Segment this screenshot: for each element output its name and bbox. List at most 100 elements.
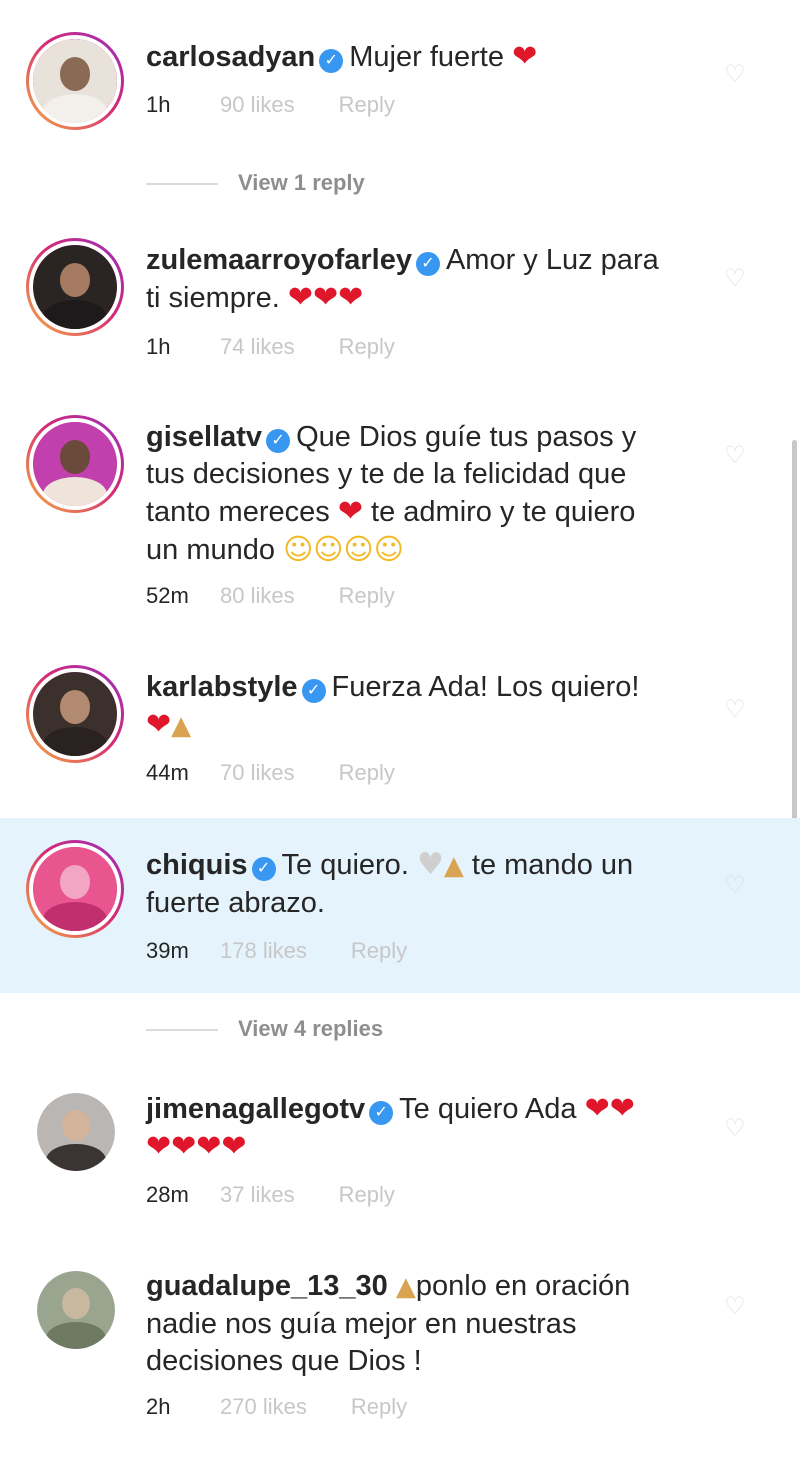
username[interactable]: chiquis <box>146 849 248 881</box>
timestamp: 28m <box>146 1182 189 1207</box>
avatar[interactable] <box>26 415 124 513</box>
comment-text: jimenagallegotv ✓ Te quiero Ada ❤❤ ❤❤❤❤ <box>146 1090 706 1166</box>
comment-karlabstyle: karlabstyle ✓ Fuerza Ada! Los quiero! ❤▲ 4… <box>0 655 800 815</box>
heart-outline-icon[interactable]: ♡ <box>722 1116 748 1142</box>
view-replies-button[interactable]: View 1 reply <box>146 170 365 196</box>
timestamp: 2h <box>146 1394 171 1419</box>
white-heart-emoji: ♥ <box>416 847 444 882</box>
verified-badge-icon: ✓ <box>319 49 344 73</box>
reply-button[interactable]: Reply <box>351 1394 407 1419</box>
avatar[interactable] <box>26 840 124 938</box>
comment-body-line-2: nadie nos guía mejor en nuestras <box>146 1308 577 1340</box>
heart-outline-icon[interactable]: ♡ <box>722 697 748 723</box>
heart-outline-icon[interactable]: ♡ <box>722 1294 748 1320</box>
heart-outline-icon[interactable]: ♡ <box>722 443 748 469</box>
red-heart-emoji: ❤❤❤❤ <box>146 1129 247 1164</box>
avatar[interactable] <box>34 1268 118 1352</box>
comment-body: Mujer fuerte <box>349 41 504 73</box>
folded-hands-emoji: ▲ <box>171 711 192 741</box>
view-replies-label[interactable]: View 1 reply <box>238 170 365 195</box>
red-heart-emoji: ❤ <box>512 39 538 74</box>
comment-body: ponlo en oración <box>415 1270 631 1302</box>
comment-text: gisellatv ✓ Que Dios guíe tus pasos y tus … <box>146 419 706 569</box>
view-replies-label[interactable]: View 4 replies <box>238 1016 383 1041</box>
reply-button[interactable]: Reply <box>351 938 407 963</box>
verified-badge-icon: ✓ <box>301 679 326 703</box>
verified-badge-icon: ✓ <box>266 429 291 453</box>
comment-body-line-2: fuerte abrazo. <box>146 887 325 919</box>
comment-meta: 1h 74 likes Reply <box>146 334 395 360</box>
comment-body-line-2: tus decisiones y te de la felicidad que <box>146 458 627 490</box>
comment-meta: 44m 70 likes Reply <box>146 760 395 786</box>
comment-body: Que Dios guíe tus pasos y <box>296 421 637 453</box>
view-replies-button[interactable]: View 4 replies <box>146 1016 383 1042</box>
comment-text: karlabstyle ✓ Fuerza Ada! Los quiero! ❤▲ <box>146 669 706 745</box>
avatar[interactable] <box>34 1090 118 1174</box>
comment-body-cont: te mando un <box>471 849 634 881</box>
avatar[interactable] <box>26 32 124 130</box>
comment-body: Te quiero Ada <box>399 1093 577 1125</box>
likes-count[interactable]: 70 likes <box>220 760 295 786</box>
likes-count[interactable]: 270 likes <box>220 1394 307 1420</box>
reply-button[interactable]: Reply <box>339 1182 395 1207</box>
comment-body-line-3: tanto mereces <box>146 496 330 528</box>
timestamp: 52m <box>146 583 189 608</box>
username[interactable]: carlosadyan <box>146 41 315 73</box>
comment-meta: 52m 80 likes Reply <box>146 583 395 609</box>
heart-outline-icon[interactable]: ♡ <box>722 266 748 292</box>
reply-button[interactable]: Reply <box>339 334 395 359</box>
comment-meta: 2h 270 likes Reply <box>146 1394 407 1420</box>
avatar[interactable] <box>26 238 124 336</box>
folded-hands-emoji: ▲ <box>395 1272 416 1302</box>
reply-button[interactable]: Reply <box>339 92 395 117</box>
timestamp: 39m <box>146 938 189 963</box>
reply-button[interactable]: Reply <box>339 583 395 608</box>
comment-guadalupe_13_30: guadalupe_13_30 ▲ponlo en oración nadie … <box>0 1258 800 1466</box>
likes-count[interactable]: 37 likes <box>220 1182 295 1208</box>
username[interactable]: gisellatv <box>146 421 262 453</box>
comment-text: zulemaarroyofarley ✓ Amor y Luz para ti si… <box>146 242 706 317</box>
timestamp: 44m <box>146 760 189 785</box>
comment-chiquis: chiquis ✓ Te quiero. ♥▲ te mando un fuerte… <box>0 818 800 993</box>
comment-meta: 1h 90 likes Reply <box>146 92 395 118</box>
comment-meta: 39m 178 likes Reply <box>146 938 407 964</box>
username[interactable]: jimenagallegotv <box>146 1093 365 1125</box>
likes-count[interactable]: 80 likes <box>220 583 295 609</box>
comment-text: chiquis ✓ Te quiero. ♥▲ te mando un fuerte… <box>146 846 706 922</box>
heart-outline-icon[interactable]: ♡ <box>722 873 748 899</box>
likes-count[interactable]: 74 likes <box>220 334 295 360</box>
comment-body-line-3b: te admiro y te quiero <box>371 496 636 528</box>
comment-meta: 28m 37 likes Reply <box>146 1182 395 1208</box>
comment-body-line-2: ti siempre. <box>146 282 280 314</box>
comment-body: Amor y Luz para <box>445 244 659 276</box>
comment-gisellatv: gisellatv ✓ Que Dios guíe tus pasos y tus … <box>0 405 800 635</box>
red-heart-emoji: ❤ <box>146 707 172 742</box>
username[interactable]: zulemaarroyofarley <box>146 244 412 276</box>
heart-outline-icon[interactable]: ♡ <box>722 62 748 88</box>
red-heart-emoji: ❤❤ <box>584 1091 635 1126</box>
folded-hands-emoji: ▲ <box>443 851 464 881</box>
divider <box>146 1029 218 1032</box>
likes-count[interactable]: 178 likes <box>220 938 307 964</box>
comment-body-line-3: decisiones que Dios ! <box>146 1345 422 1377</box>
comment-body: Fuerza Ada! Los quiero! <box>331 671 640 703</box>
comment-text: guadalupe_13_30 ▲ponlo en oración nadie … <box>146 1268 706 1380</box>
smiling-hearts-emoji: ☺☺☺☺ <box>283 532 404 566</box>
comment-carlosadyan: carlosadyan ✓ Mujer fuerte ❤ 1h 90 likes Rep… <box>0 0 800 160</box>
verified-badge-icon: ✓ <box>415 252 440 276</box>
timestamp: 1h <box>146 334 171 359</box>
comment-zulemaarroyofarley: zulemaarroyofarley ✓ Amor y Luz para ti si… <box>0 230 800 380</box>
comment-jimenagallegotv: jimenagallegotv ✓ Te quiero Ada ❤❤ ❤❤❤❤ 28… <box>0 1080 800 1240</box>
red-heart-emoji: ❤❤❤ <box>287 280 364 315</box>
verified-badge-icon: ✓ <box>369 1101 394 1125</box>
avatar[interactable] <box>26 665 124 763</box>
timestamp: 1h <box>146 92 171 117</box>
comment-body: Te quiero. <box>281 849 409 881</box>
username[interactable]: karlabstyle <box>146 671 298 703</box>
likes-count[interactable]: 90 likes <box>220 92 295 118</box>
reply-button[interactable]: Reply <box>339 760 395 785</box>
comment-body-line-4: un mundo <box>146 534 275 566</box>
divider <box>146 183 218 186</box>
comment-text: carlosadyan ✓ Mujer fuerte ❤ <box>146 38 706 76</box>
username[interactable]: guadalupe_13_30 <box>146 1270 388 1302</box>
